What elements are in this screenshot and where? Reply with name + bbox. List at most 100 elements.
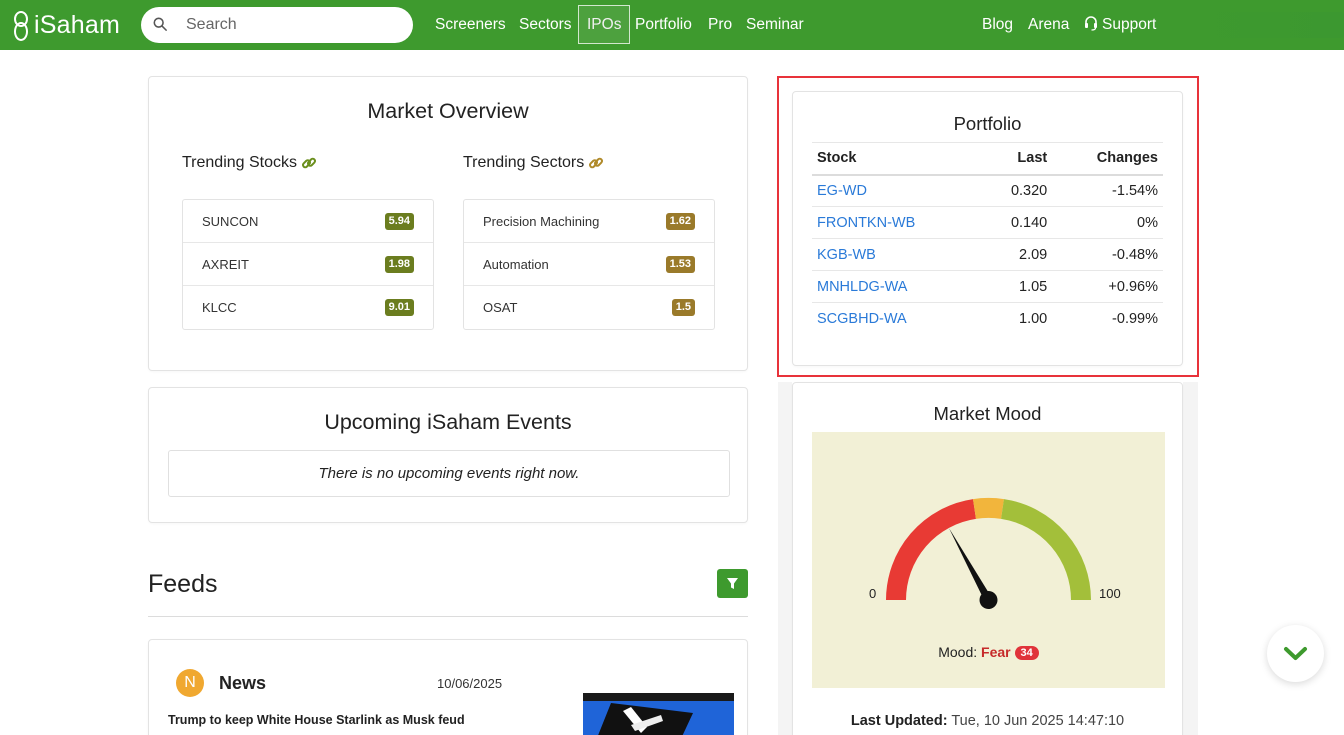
last-price: 2.09 bbox=[980, 238, 1053, 271]
isaham-logo[interactable]: iSaham bbox=[12, 10, 120, 41]
trending-sector-item[interactable]: Precision Machining 1.62 bbox=[464, 200, 714, 243]
feeds-title: Feeds bbox=[148, 570, 218, 598]
news-source-title: News bbox=[219, 673, 267, 693]
portfolio-header-row: Stock Last Changes bbox=[812, 142, 1163, 176]
portfolio-row: KGB-WB 2.09 -0.48% bbox=[812, 238, 1163, 271]
gauge-min-label: 0 bbox=[869, 586, 877, 601]
nav-screeners[interactable]: Screeners bbox=[435, 0, 506, 50]
upcoming-events-title: Upcoming iSaham Events bbox=[324, 410, 572, 434]
portfolio-row: EG-WD 0.320 -1.54% bbox=[812, 174, 1163, 207]
trending-sector-item[interactable]: Automation 1.53 bbox=[464, 243, 714, 286]
stock-link[interactable]: FRONTKN-WB bbox=[817, 215, 915, 231]
trending-sectors-heading[interactable]: Trending Sectors bbox=[463, 154, 604, 172]
sector-score-badge: 1.62 bbox=[665, 213, 695, 230]
column-gutter bbox=[1183, 382, 1198, 735]
col-last: Last bbox=[980, 142, 1053, 176]
change-value: -1.54% bbox=[1052, 174, 1163, 207]
col-stock: Stock bbox=[812, 142, 981, 176]
news-date: 10/06/2025 bbox=[437, 676, 503, 691]
trending-stocks-list: SUNCON 5.94 AXREIT 1.98 KLCC 9.01 bbox=[182, 199, 434, 330]
sector-name: Automation bbox=[483, 257, 549, 272]
portfolio-row: SCGBHD-WA 1.00 -0.99% bbox=[812, 303, 1163, 335]
scroll-down-button[interactable] bbox=[1267, 625, 1324, 682]
nav-support[interactable]: Support bbox=[1083, 0, 1156, 50]
stock-name: KLCC bbox=[202, 300, 237, 315]
trending-stock-item[interactable]: SUNCON 5.94 bbox=[183, 200, 433, 243]
gauge-greed-arc bbox=[1000, 499, 1091, 601]
stock-score-badge: 5.94 bbox=[384, 213, 414, 230]
nav-seminar[interactable]: Seminar bbox=[746, 0, 804, 50]
nav-arena[interactable]: Arena bbox=[1028, 0, 1069, 50]
sector-name: OSAT bbox=[483, 300, 518, 315]
news-thumbnail[interactable] bbox=[583, 693, 734, 735]
feeds-filter-button[interactable] bbox=[717, 569, 748, 598]
trending-stock-item[interactable]: AXREIT 1.98 bbox=[183, 243, 433, 286]
link-icon bbox=[302, 157, 317, 169]
stock-link[interactable]: EG-WD bbox=[817, 183, 867, 199]
support-label: Support bbox=[1102, 16, 1157, 33]
nav-blog[interactable]: Blog bbox=[982, 0, 1013, 50]
portfolio-card: Portfolio Stock Last Changes EG-WD 0.320… bbox=[792, 91, 1183, 366]
news-thumbnail-image bbox=[583, 693, 734, 735]
gauge-neutral-arc bbox=[972, 497, 1005, 519]
change-value: -0.48% bbox=[1052, 238, 1163, 271]
filter-icon bbox=[727, 578, 738, 589]
sector-score-badge: 1.53 bbox=[665, 256, 695, 273]
last-updated-value: Tue, 10 Jun 2025 14:47:10 bbox=[951, 713, 1125, 729]
trending-stocks-heading[interactable]: Trending Stocks bbox=[182, 154, 317, 172]
account-area[interactable] bbox=[1165, 12, 1344, 38]
portfolio-row: MNHLDG-WA 1.05 +0.96% bbox=[812, 270, 1163, 303]
trending-sector-item[interactable]: OSAT 1.5 bbox=[464, 286, 714, 329]
last-price: 1.05 bbox=[980, 270, 1053, 303]
stock-link[interactable]: SCGBHD-WA bbox=[817, 311, 907, 327]
stock-link[interactable]: MNHLDG-WA bbox=[817, 279, 907, 295]
change-value: +0.96% bbox=[1052, 270, 1163, 303]
mood-label: Mood: bbox=[938, 644, 978, 660]
nav-portfolio[interactable]: Portfolio bbox=[635, 0, 692, 50]
stock-link[interactable]: KGB-WB bbox=[817, 247, 876, 263]
change-value: 0% bbox=[1052, 206, 1163, 239]
change-value: -0.99% bbox=[1112, 310, 1158, 327]
trending-sectors-list: Precision Machining 1.62 Automation 1.53… bbox=[463, 199, 715, 330]
search-input[interactable] bbox=[186, 15, 396, 35]
stock-score-badge: 9.01 bbox=[384, 299, 414, 316]
market-overview-title: Market Overview bbox=[367, 99, 529, 123]
stock-name: AXREIT bbox=[202, 257, 249, 272]
stock-name: SUNCON bbox=[202, 214, 259, 229]
news-feed-card[interactable]: N News 10/06/2025 Trump to keep White Ho… bbox=[148, 639, 748, 735]
last-price: 1.00 bbox=[1019, 310, 1048, 327]
last-price: 0.320 bbox=[980, 174, 1053, 207]
col-changes: Changes bbox=[1052, 142, 1163, 176]
nav-pro[interactable]: Pro bbox=[708, 0, 732, 50]
mood-last-updated: Last Updated: Tue, 10 Jun 2025 14:47:10 bbox=[793, 713, 1182, 729]
trending-stocks-label: Trending Stocks bbox=[182, 154, 298, 171]
market-overview-card: Market Overview Trending Stocks Trending… bbox=[148, 76, 748, 371]
last-updated-label: Last Updated: bbox=[850, 713, 948, 729]
last-price: 0.140 bbox=[980, 206, 1053, 239]
portfolio-row: FRONTKN-WB 0.140 0% bbox=[812, 206, 1163, 239]
column-gutter bbox=[778, 382, 792, 735]
stock-score-badge: 1.98 bbox=[384, 256, 414, 273]
news-headline[interactable]: Trump to keep White House Starlink as Mu… bbox=[168, 713, 465, 727]
mood-value: Fear bbox=[981, 644, 1011, 660]
chevron-down-icon bbox=[1284, 647, 1307, 660]
mood-readout: Mood: Fear 34 bbox=[812, 644, 1165, 660]
search-bar[interactable] bbox=[141, 7, 413, 43]
no-events-message: There is no upcoming events right now. bbox=[168, 450, 730, 497]
link-icon bbox=[589, 157, 604, 169]
nav-sectors[interactable]: Sectors bbox=[519, 0, 572, 50]
logo-text: iSaham bbox=[34, 10, 120, 39]
headset-icon bbox=[1085, 16, 1097, 31]
gauge-needle bbox=[948, 528, 998, 609]
portfolio-table: Stock Last Changes EG-WD 0.320 -1.54% FR… bbox=[812, 142, 1163, 335]
sector-name: Precision Machining bbox=[483, 214, 600, 229]
top-navbar: iSaham Screeners Sectors IPOs Portfolio … bbox=[0, 0, 1344, 50]
portfolio-title: Portfolio bbox=[953, 113, 1022, 134]
trending-stock-item[interactable]: KLCC 9.01 bbox=[183, 286, 433, 329]
logo-mark-icon bbox=[12, 10, 28, 41]
sector-score-badge: 1.5 bbox=[671, 299, 695, 316]
mood-score-badge: 34 bbox=[1014, 646, 1039, 660]
nav-ipos[interactable]: IPOs bbox=[578, 5, 631, 44]
feeds-divider bbox=[148, 616, 748, 617]
search-icon bbox=[153, 17, 167, 31]
